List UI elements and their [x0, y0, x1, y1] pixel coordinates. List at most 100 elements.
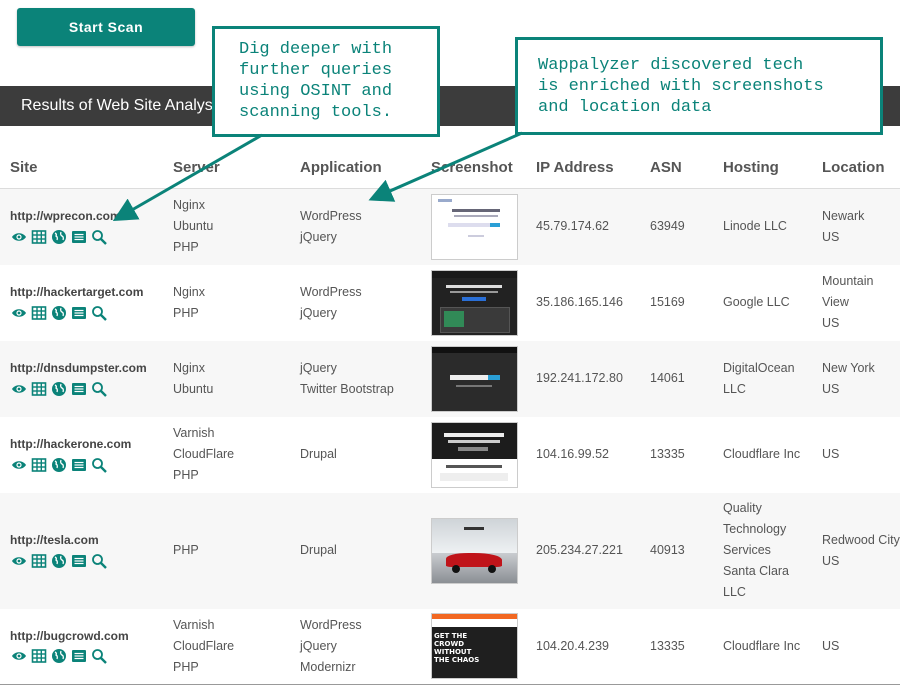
column-header-site[interactable]: Site — [0, 146, 163, 189]
server-cell: Nginx Ubuntu PHP — [163, 188, 290, 265]
location-cell: New York US — [812, 340, 900, 417]
screenshot-thumbnail[interactable] — [431, 345, 518, 412]
site-link[interactable]: http://tesla.com — [10, 532, 163, 548]
eye-icon[interactable] — [10, 648, 27, 665]
row-action-icons — [10, 380, 163, 397]
site-link[interactable]: http://bugcrowd.com — [10, 628, 163, 644]
location-line: US — [822, 638, 840, 653]
site-cell: http://tesla.com — [0, 492, 163, 609]
server-tech: Ubuntu — [173, 381, 214, 396]
results-table-container: Site Server Application Screenshot IP Ad… — [0, 146, 900, 685]
column-header-server[interactable]: Server — [163, 146, 290, 189]
application-cell: WordPress jQuery — [290, 264, 421, 341]
table-row: http://hackertarget.com Nginx PHP WordPress… — [0, 264, 900, 341]
screenshot-cell — [421, 340, 526, 417]
hosting-line: Quality — [723, 501, 762, 515]
application-tech: Drupal — [300, 447, 337, 461]
location-line: US — [822, 316, 840, 330]
site-link[interactable]: http://hackerone.com — [10, 436, 163, 452]
list-icon[interactable] — [70, 648, 87, 665]
location-line: View — [822, 295, 849, 309]
server-cell: Varnish CloudFlare PHP — [163, 416, 290, 493]
search-icon[interactable] — [90, 228, 107, 245]
screenshot-cell: GET THE CROWD WITHOUT THE CHAOS — [421, 608, 526, 685]
search-icon[interactable] — [90, 304, 107, 321]
globe-icon[interactable] — [50, 648, 67, 665]
server-cell: Nginx PHP — [163, 264, 290, 341]
globe-icon[interactable] — [50, 380, 67, 397]
globe-icon[interactable] — [50, 228, 67, 245]
wappalyzer-callout: Wappalyzer discovered tech is enriched w… — [515, 37, 883, 135]
ip-address-cell: 205.234.27.221 — [526, 492, 640, 609]
table-row: http://wprecon.com Nginx Ubuntu PHP WordPres… — [0, 188, 900, 265]
table-icon[interactable] — [30, 380, 47, 397]
asn-cell: 13335 — [640, 608, 713, 685]
table-row: http://bugcrowd.com Varnish CloudFlare PHP W… — [0, 608, 900, 685]
eye-icon[interactable] — [10, 456, 27, 473]
eye-icon[interactable] — [10, 228, 27, 245]
site-link[interactable]: http://dnsdumpster.com — [10, 360, 163, 376]
asn-cell: 63949 — [640, 188, 713, 265]
column-header-application[interactable]: Application — [290, 146, 421, 189]
site-link[interactable]: http://hackertarget.com — [10, 284, 163, 300]
column-header-hosting[interactable]: Hosting — [713, 146, 812, 189]
screenshot-thumbnail[interactable] — [431, 193, 518, 260]
location-cell: Mountain View US — [812, 264, 900, 341]
table-icon[interactable] — [30, 456, 47, 473]
site-link[interactable]: http://wprecon.com — [10, 208, 163, 224]
callout-line: scanning tools. — [239, 103, 393, 122]
list-icon[interactable] — [70, 552, 87, 569]
site-cell: http://hackertarget.com — [0, 264, 163, 341]
search-icon[interactable] — [90, 552, 107, 569]
search-icon[interactable] — [90, 456, 107, 473]
application-cell: WordPress jQuery — [290, 188, 421, 265]
eye-icon[interactable] — [10, 552, 27, 569]
application-cell: Drupal — [290, 492, 421, 609]
hosting-line: Santa Clara — [723, 564, 790, 578]
row-action-icons — [10, 648, 163, 665]
list-icon[interactable] — [70, 228, 87, 245]
eye-icon[interactable] — [10, 304, 27, 321]
hosting-cell: Linode LLC — [713, 188, 812, 265]
site-cell: http://dnsdumpster.com — [0, 340, 163, 417]
screenshot-thumbnail[interactable] — [431, 517, 518, 584]
list-icon[interactable] — [70, 456, 87, 473]
ip-address-cell: 45.79.174.62 — [526, 188, 640, 265]
table-icon[interactable] — [30, 228, 47, 245]
location-cell: US — [812, 608, 900, 685]
ip-address-cell: 104.16.99.52 — [526, 416, 640, 493]
column-header-location[interactable]: Location — [812, 146, 900, 189]
table-icon[interactable] — [30, 648, 47, 665]
hosting-cell: Cloudflare Inc — [713, 608, 812, 685]
location-cell: Newark US — [812, 188, 900, 265]
hosting-cell: Quality Technology Services Santa Clara LLC — [713, 492, 812, 609]
column-header-ip-address[interactable]: IP Address — [526, 146, 640, 189]
screenshot-thumbnail[interactable] — [431, 269, 518, 336]
start-scan-button[interactable]: Start Scan — [17, 8, 195, 46]
list-icon[interactable] — [70, 380, 87, 397]
server-tech: Ubuntu — [173, 219, 214, 234]
search-icon[interactable] — [90, 380, 107, 397]
globe-icon[interactable] — [50, 456, 67, 473]
column-header-asn[interactable]: ASN — [640, 146, 713, 189]
application-cell: jQuery Twitter Bootstrap — [290, 340, 421, 417]
location-line: Redwood City — [822, 532, 900, 547]
callout-line: is enriched with screenshots — [538, 77, 824, 96]
column-header-screenshot[interactable]: Screenshot — [421, 146, 526, 189]
globe-icon[interactable] — [50, 552, 67, 569]
screenshot-thumbnail[interactable] — [431, 421, 518, 488]
application-cell: WordPress jQuery Modernizr — [290, 608, 421, 685]
list-icon[interactable] — [70, 304, 87, 321]
table-icon[interactable] — [30, 304, 47, 321]
globe-icon[interactable] — [50, 304, 67, 321]
server-tech: PHP — [173, 468, 199, 482]
application-tech: jQuery — [300, 229, 337, 244]
application-tech: jQuery — [300, 360, 337, 375]
screenshot-cell — [421, 416, 526, 493]
eye-icon[interactable] — [10, 380, 27, 397]
screenshot-thumbnail[interactable]: GET THE CROWD WITHOUT THE CHAOS — [431, 613, 518, 680]
hosting-line: Services — [723, 543, 771, 557]
search-icon[interactable] — [90, 648, 107, 665]
table-icon[interactable] — [30, 552, 47, 569]
ip-address-cell: 192.241.172.80 — [526, 340, 640, 417]
